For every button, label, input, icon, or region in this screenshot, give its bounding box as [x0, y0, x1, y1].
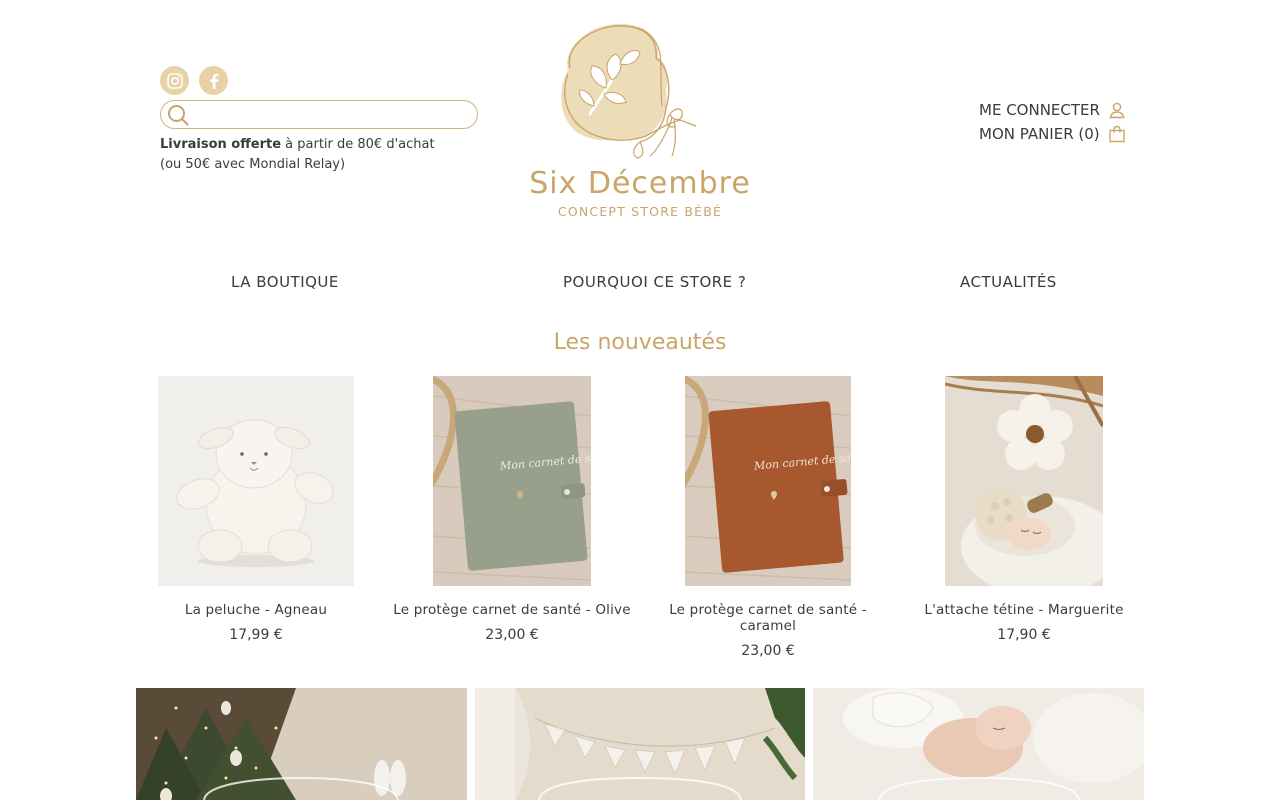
nav-actualites[interactable]: ACTUALITÉS	[960, 273, 1057, 291]
product-image-lamb[interactable]	[158, 376, 354, 586]
instagram-icon	[166, 72, 183, 89]
banner-baby[interactable]	[813, 688, 1144, 800]
brand-name: Six Décembre	[529, 166, 751, 201]
section-title: Les nouveautés	[553, 330, 727, 355]
product-name[interactable]: Le protège carnet de santé - Olive	[384, 602, 640, 618]
shipping-info: Livraison offerte à partir de 80€ d'acha…	[160, 135, 435, 175]
search-box	[160, 100, 478, 129]
product-name[interactable]: La peluche - Agneau	[128, 602, 384, 618]
product-name[interactable]: L'attache tétine - Marguerite	[896, 602, 1152, 618]
product-price: 17,90 €	[997, 627, 1051, 643]
nav-la-boutique[interactable]: LA BOUTIQUE	[231, 273, 339, 291]
product-price: 23,00 €	[485, 627, 539, 643]
shipping-offer-text: à partir de 80€ d'achat	[281, 137, 435, 152]
banner-bunting[interactable]	[475, 688, 805, 800]
user-icon	[1109, 102, 1125, 119]
brand-tagline: CONCEPT STORE BÉBÉ	[557, 204, 723, 219]
product-card[interactable]: L'attache tétine - Marguerite 17,90 €	[896, 376, 1152, 643]
shipping-mondial-relay: (ou 50€ avec Mondial Relay)	[160, 157, 346, 172]
instagram-link[interactable]	[160, 66, 189, 95]
banner-christmas[interactable]	[136, 688, 467, 800]
cart-link[interactable]: MON PANIER (0)	[979, 122, 1126, 146]
facebook-icon	[209, 73, 218, 89]
product-price: 17,99 €	[229, 627, 283, 643]
nav-pourquoi-ce-store[interactable]: POURQUOI CE STORE ?	[563, 273, 746, 291]
product-image-carnet-caramel[interactable]: Mon carnet de santé	[685, 376, 851, 586]
login-link[interactable]: ME CONNECTER	[979, 98, 1126, 122]
product-name[interactable]: Le protège carnet de santé - caramel	[640, 602, 896, 634]
product-price: 23,00 €	[741, 643, 795, 659]
login-label: ME CONNECTER	[979, 101, 1100, 119]
product-card[interactable]: Mon carnet de santé Le protège carnet de…	[640, 376, 896, 659]
product-image-attache-marguerite[interactable]	[945, 376, 1103, 586]
product-image-carnet-olive[interactable]: Mon carnet de santé	[433, 376, 591, 586]
account-links: ME CONNECTER MON PANIER (0)	[979, 98, 1126, 146]
facebook-link[interactable]	[199, 66, 228, 95]
social-links	[160, 66, 228, 95]
shopping-bag-icon	[1108, 125, 1125, 143]
search-icon[interactable]	[167, 104, 189, 126]
search-input[interactable]	[189, 101, 477, 128]
product-card[interactable]: La peluche - Agneau 17,99 €	[128, 376, 384, 643]
product-card[interactable]: Mon carnet de santé Le protège carnet de…	[384, 376, 640, 643]
shipping-offer-bold: Livraison offerte	[160, 137, 282, 152]
cart-label: MON PANIER (0)	[979, 125, 1100, 143]
